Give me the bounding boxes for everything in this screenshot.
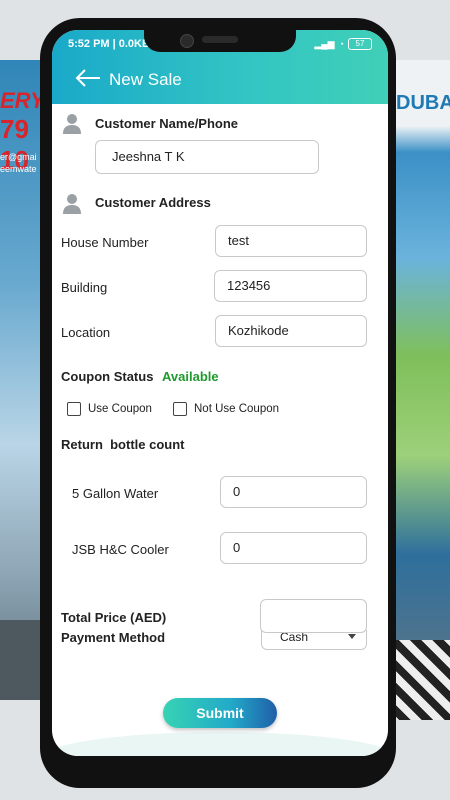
- speaker-grille: [202, 36, 238, 43]
- promo-brand-text: ERY: [0, 88, 45, 113]
- total-price-label: Total Price (AED): [61, 610, 167, 625]
- camera-icon: [180, 34, 194, 48]
- location-label: Location: [61, 325, 111, 340]
- use-coupon-label[interactable]: Use Coupon: [88, 403, 152, 415]
- page-title: New Sale: [109, 70, 182, 89]
- signal-icon: ▂▄▆: [314, 38, 335, 49]
- submit-button[interactable]: Submit: [163, 698, 277, 728]
- bottom-wave-decoration: [52, 732, 388, 756]
- total-price-field[interactable]: [260, 599, 367, 633]
- promo-web-text: eemwate: [0, 164, 37, 174]
- status-time: 5:52 PM | 0.0KB: [68, 38, 150, 50]
- not-use-coupon-checkbox[interactable]: [173, 402, 187, 416]
- battery-icon: 57: [348, 38, 372, 50]
- promo-right-brand-text: DUBA: [396, 92, 450, 114]
- location-field[interactable]: Kozhikode: [215, 315, 367, 347]
- promo-checker-pattern: [388, 640, 450, 720]
- customer-address-label: Customer Address: [95, 195, 211, 210]
- sale-form: Customer Name/Phone Jeeshna T K Customer…: [52, 104, 388, 756]
- bottle-item-label: 5 Gallon Water: [72, 486, 159, 501]
- user-icon: [63, 114, 81, 134]
- status-icons: ▂▄▆ ◔ 57: [314, 38, 372, 50]
- user-icon: [63, 194, 81, 214]
- house-number-label: House Number: [61, 235, 149, 250]
- background-promo-right: DUBA: [388, 60, 450, 720]
- return-bottle-title: Return bottle count: [61, 437, 185, 452]
- promo-email-text: er@gmai: [0, 152, 37, 162]
- payment-method-label: Payment Method: [61, 630, 166, 645]
- use-coupon-checkbox[interactable]: [67, 402, 81, 416]
- chevron-down-icon: [348, 634, 356, 639]
- bottle-count-field[interactable]: 0: [220, 476, 367, 508]
- back-arrow-icon[interactable]: [74, 68, 102, 88]
- building-label: Building: [61, 280, 108, 295]
- wifi-icon: ◔: [338, 39, 344, 49]
- coupon-status-label: Coupon Status: [61, 369, 154, 384]
- bottle-item-label: JSB H&C Cooler: [72, 542, 169, 557]
- app-screen: 5:52 PM | 0.0KB ▂▄▆ ◔ 57 New Sale Custom…: [52, 30, 388, 756]
- customer-name-field[interactable]: Jeeshna T K: [95, 140, 319, 174]
- customer-name-label: Customer Name/Phone: [95, 116, 239, 131]
- building-field[interactable]: 123456: [214, 270, 367, 302]
- coupon-status-value: Available: [162, 369, 219, 384]
- bottle-count-field[interactable]: 0: [220, 532, 367, 564]
- house-number-field[interactable]: test: [215, 225, 367, 257]
- not-use-coupon-label[interactable]: Not Use Coupon: [194, 403, 279, 415]
